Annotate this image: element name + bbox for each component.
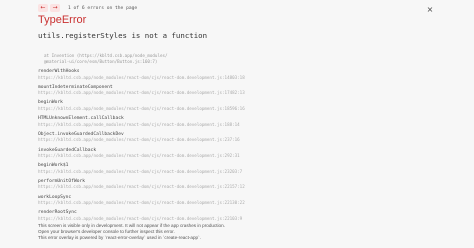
stack-frame: HTMLUnknownElement.callCallback https://… xyxy=(38,116,438,127)
stack-frame: Object.invokeGuardedCallbackDev https://… xyxy=(38,132,438,143)
stack-frame: beginWork https://kbltd.csb.app/node_mod… xyxy=(38,100,438,111)
stack-frame: renderRootSync https://kbltd.csb.app/nod… xyxy=(38,210,438,221)
stack-frame: invokeGuardedCallback https://kbltd.csb.… xyxy=(38,148,438,159)
stack-frame-location[interactable]: https://kbltd.csb.app/node_modules/react… xyxy=(38,153,438,158)
close-button[interactable]: × xyxy=(424,4,436,16)
stack-trace: at Invention (https://kbltd.csb.app/node… xyxy=(38,53,438,221)
stack-frame-location[interactable]: https://kbltd.csb.app/node_modules/react… xyxy=(38,106,438,111)
stack-frame-location[interactable]: https://kbltd.csb.app/node_modules/react… xyxy=(38,200,438,205)
error-counter: 1 of 6 errors on the page xyxy=(68,5,138,11)
error-type: TypeError xyxy=(38,14,87,26)
next-error-button[interactable]: → xyxy=(50,4,60,12)
stack-frame: performUnitOfWork https://kbltd.csb.app/… xyxy=(38,179,438,190)
error-message: utils.registerStyles is not a function xyxy=(38,31,208,40)
overlay-footer: This screen is visible only in developme… xyxy=(38,223,225,241)
stack-frame-location[interactable]: https://kbltd.csb.app/node_modules/react… xyxy=(38,90,438,95)
error-overlay: ← → 1 of 6 errors on the page × TypeErro… xyxy=(0,0,474,248)
previous-error-button[interactable]: ← xyxy=(38,4,48,12)
stack-frame-location[interactable]: https://kbltd.csb.app/node_modules/react… xyxy=(38,216,438,221)
stack-location-line: @material-ui/core/esm/Button/Button.js:1… xyxy=(44,58,158,64)
footer-line: This error overlay is powered by `react-… xyxy=(38,235,201,240)
stack-frame-location[interactable]: https://kbltd.csb.app/node_modules/react… xyxy=(38,75,438,80)
error-navigation: ← → 1 of 6 errors on the page xyxy=(38,4,137,12)
stack-frame: beginWork$1 https://kbltd.csb.app/node_m… xyxy=(38,163,438,174)
stack-frame: workLoopSync https://kbltd.csb.app/node_… xyxy=(38,195,438,206)
stack-frame-location[interactable]: https://kbltd.csb.app/node_modules/react… xyxy=(38,184,438,189)
stack-frame: mountIndeterminateComponent https://kblt… xyxy=(38,85,438,96)
stack-frame-location[interactable]: https://kbltd.csb.app/node_modules/react… xyxy=(38,122,438,127)
stack-frame: renderWithHooks https://kbltd.csb.app/no… xyxy=(38,69,438,80)
stack-frame-location[interactable]: https://kbltd.csb.app/node_modules/react… xyxy=(38,137,438,142)
stack-frame-location[interactable]: https://kbltd.csb.app/node_modules/react… xyxy=(38,169,438,174)
